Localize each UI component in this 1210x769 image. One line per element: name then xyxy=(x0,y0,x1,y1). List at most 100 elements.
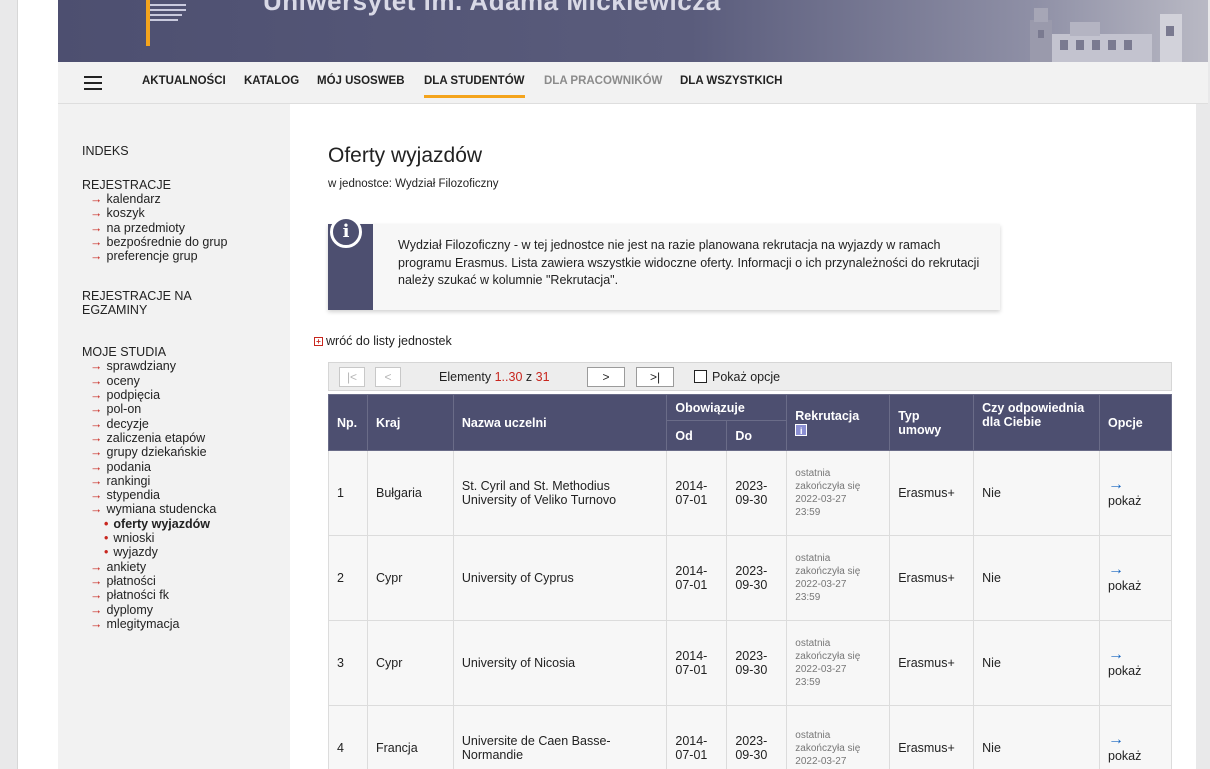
sidebar-sub-wnioski[interactable]: • wnioski xyxy=(82,531,287,545)
sidebar-item-pol-on[interactable]: → pol-on xyxy=(82,402,287,416)
sidebar-moje-studia[interactable]: MOJE STUDIA xyxy=(82,345,287,359)
cell-do: 2023- 09-30 xyxy=(726,705,788,769)
cell-opcje: → pokaż xyxy=(1099,535,1172,621)
table-row: 1 Bułgaria St. Cyril and St. Methodius Un… xyxy=(328,450,1172,536)
table-row: 4 Francja Universite de Caen Basse- Norma… xyxy=(328,705,1172,769)
sidebar: INDEKS REJESTRACJE → kalendarz → koszyk → n… xyxy=(58,104,290,769)
left-gutter xyxy=(0,0,18,769)
sidebar-item-podania[interactable]: → podania xyxy=(82,460,287,474)
back-to-units-link[interactable]: + wróć do listy jednostek xyxy=(314,334,452,348)
cell-typ: Erasmus+ xyxy=(889,450,975,536)
cell-nazwa: Universite de Caen Basse- Normandie xyxy=(452,705,668,769)
sidebar-item-decyzje[interactable]: → decyzje xyxy=(82,417,287,431)
sidebar-item-koszyk[interactable]: → koszyk xyxy=(82,206,287,220)
sidebar-item-grupy[interactable]: → grupy dziekańskie xyxy=(82,445,287,459)
sidebar-item-podpiecia[interactable]: → podpięcia xyxy=(82,388,287,402)
info-icon: i xyxy=(330,216,362,248)
nav-dla-wszystkich[interactable]: DLA WSZYSTKICH xyxy=(680,75,782,87)
university-name: Uniwersytet im. Adama Mickiewicza xyxy=(263,0,721,16)
last-page-button[interactable]: >| xyxy=(636,367,674,387)
sidebar-item-bezposrednie[interactable]: → bezpośrednie do grup xyxy=(82,235,287,249)
cell-rekrutacja: ostatnia zakończyła się 2022-03-27 23:59 xyxy=(786,450,891,536)
cell-np: 2 xyxy=(328,535,368,621)
col-np: Np. xyxy=(328,394,368,451)
prev-page-button[interactable]: < xyxy=(375,367,401,387)
col-typ: Typ umowy xyxy=(889,394,975,451)
arrow-right-icon: → xyxy=(90,388,103,403)
arrow-right-icon: → xyxy=(90,192,103,206)
sidebar-item-sprawdziany[interactable]: → sprawdziany xyxy=(82,359,287,373)
sidebar-item-preferencje[interactable]: → preferencje grup xyxy=(82,249,287,263)
sidebar-item-mlegitymacja[interactable]: → mlegitymacja xyxy=(82,617,287,631)
show-offer-link[interactable]: → pokaż xyxy=(1108,732,1141,764)
sidebar-rejestracje-egzaminy[interactable]: REJESTRACJE NA EGZAMINY xyxy=(82,289,287,317)
sidebar-item-platnosci-fk[interactable]: → płatności fk xyxy=(82,588,287,602)
cell-nazwa: University of Cyprus xyxy=(452,535,668,621)
sidebar-item-oceny[interactable]: → oceny xyxy=(82,374,287,388)
cell-typ: Erasmus+ xyxy=(889,535,975,621)
sidebar-item-rankingi[interactable]: → rankingi xyxy=(82,474,287,488)
nav-katalog[interactable]: KATALOG xyxy=(244,75,299,87)
arrow-right-icon: → xyxy=(1108,561,1125,578)
main-content: Oferty wyjazdów w jednostce: Wydział Fil… xyxy=(290,104,1194,769)
cell-do: 2023- 09-30 xyxy=(726,450,788,536)
arrow-right-icon: → xyxy=(90,373,103,388)
show-offer-link[interactable]: → pokaż xyxy=(1108,477,1141,509)
nav-dla-pracownikow[interactable]: DLA PRACOWNIKÓW xyxy=(544,75,662,87)
cell-opcje: → pokaż xyxy=(1099,705,1172,769)
arrow-right-icon: → xyxy=(90,402,103,417)
info-icon[interactable]: i xyxy=(795,423,808,436)
cell-od: 2014- 07-01 xyxy=(666,705,728,769)
page-title: Oferty wyjazdów xyxy=(328,144,483,167)
sidebar-item-wymiana[interactable]: → wymiana studencka xyxy=(82,502,287,516)
cell-np: 4 xyxy=(328,705,368,769)
nav-dla-studentow[interactable]: DLA STUDENTÓW xyxy=(424,75,525,98)
sidebar-item-dyplomy[interactable]: → dyplomy xyxy=(82,603,287,617)
cell-od: 2014- 07-01 xyxy=(666,535,728,621)
sidebar-item-zaliczenia[interactable]: → zaliczenia etapów xyxy=(82,431,287,445)
sidebar-item-platnosci[interactable]: → płatności xyxy=(82,574,287,588)
show-options-label: Pokaż opcje xyxy=(712,370,781,384)
cell-np: 3 xyxy=(328,620,368,706)
pager: |< < Elementy 1..30 z 31 > >| Pokaż opcj… xyxy=(328,362,1172,391)
arrow-right-icon: → xyxy=(90,206,103,221)
sidebar-sub-wyjazdy[interactable]: • wyjazdy xyxy=(82,545,287,559)
nav-aktualnosci[interactable]: AKTUALNOŚCI xyxy=(142,75,226,87)
sidebar-rejestracje[interactable]: REJESTRACJE xyxy=(82,178,287,192)
menu-icon[interactable] xyxy=(84,76,102,90)
building-image-icon xyxy=(1030,8,1182,62)
cell-do: 2023- 09-30 xyxy=(726,620,788,706)
offers-table: Np. Kraj Nazwa uczelni Obowiązuje Rekrut… xyxy=(328,394,1172,769)
main-navigation: AKTUALNOŚCI KATALOG MÓJ USOSWEB DLA STUD… xyxy=(58,62,1208,104)
rejestracje-list: → kalendarz → koszyk → na przedmioty → bezpo… xyxy=(82,192,287,263)
show-offer-link[interactable]: → pokaż xyxy=(1108,647,1141,679)
show-offer-link[interactable]: → pokaż xyxy=(1108,562,1141,594)
col-kraj: Kraj xyxy=(366,394,454,451)
arrow-right-icon: → xyxy=(90,616,103,631)
cell-czy: Nie xyxy=(973,705,1101,769)
sidebar-item-ankiety[interactable]: → ankiety xyxy=(82,560,287,574)
arrow-right-icon: → xyxy=(90,249,103,264)
cell-od: 2014- 07-01 xyxy=(666,620,728,706)
next-page-button[interactable]: > xyxy=(587,367,625,387)
sidebar-item-kalendarz[interactable]: → kalendarz xyxy=(82,192,287,206)
studia-list: → sprawdziany → oceny → podpięcia → pol-on →… xyxy=(82,359,287,631)
sidebar-item-stypendia[interactable]: → stypendia xyxy=(82,488,287,502)
nav-moj-usosweb[interactable]: MÓJ USOSWEB xyxy=(317,75,405,87)
arrow-right-icon: → xyxy=(1108,476,1125,493)
cell-np: 1 xyxy=(328,450,368,536)
sidebar-item-na-przedmioty[interactable]: → na przedmioty xyxy=(82,221,287,235)
cell-kraj: Cypr xyxy=(366,535,454,621)
arrow-right-icon: → xyxy=(90,588,103,603)
cell-nazwa: University of Nicosia xyxy=(452,620,668,706)
sidebar-sub-oferty[interactable]: • oferty wyjazdów xyxy=(82,517,287,531)
first-page-button[interactable]: |< xyxy=(339,367,365,387)
unit-line: w jednostce: Wydział Filozoficzny xyxy=(328,178,499,190)
show-options-checkbox[interactable] xyxy=(694,370,707,383)
sidebar-indeks[interactable]: INDEKS xyxy=(82,144,287,158)
arrow-right-icon: → xyxy=(1108,646,1125,663)
info-box: i Wydział Filozoficzny - w tej jednostce… xyxy=(328,216,1000,310)
arrow-right-icon: → xyxy=(90,488,103,503)
cell-rekrutacja: ostatnia zakończyła się 2022-03-27 23:59 xyxy=(786,620,891,706)
info-text: Wydział Filozoficzny - w tej jednostce n… xyxy=(398,238,980,287)
